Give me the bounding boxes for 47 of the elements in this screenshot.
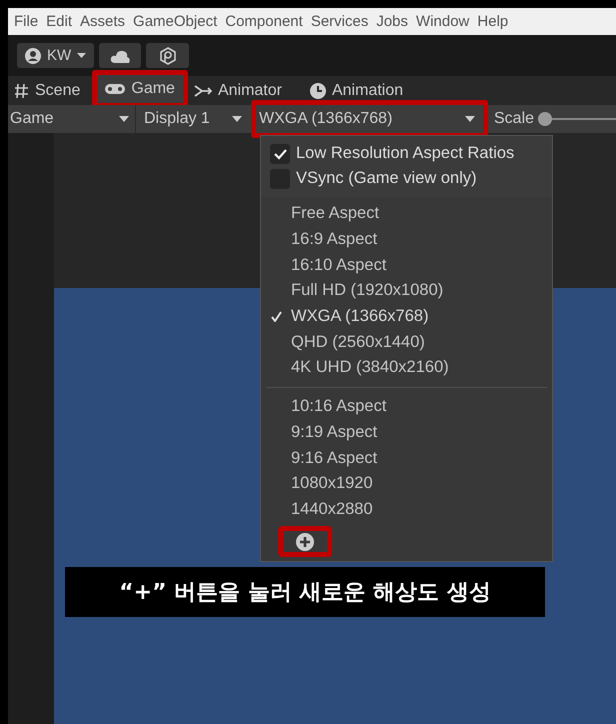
menu-option[interactable]: Full HD (1920x1080) (261, 278, 552, 304)
add-button[interactable] (278, 526, 332, 558)
caption-text: “+” 버튼을 눌러 새로운 해상도 생성 (119, 579, 491, 607)
menu-option[interactable]: 9:19 Aspect (261, 420, 552, 446)
tab[interactable]: Scene (8, 76, 90, 105)
menu-item[interactable]: Window (412, 13, 474, 30)
menu-option[interactable]: WXGA (1366x768) (261, 304, 552, 330)
checkbox[interactable] (270, 144, 290, 164)
account-icon (25, 48, 41, 64)
option-label[interactable]: VSync (Game view only) (296, 169, 477, 188)
grid-icon (14, 82, 29, 98)
menu-option[interactable]: QHD (2560x1440) (261, 329, 552, 356)
caret-icon (465, 116, 475, 122)
check-icon (271, 311, 282, 322)
menu-item[interactable]: GameObject (129, 13, 222, 30)
menu-item[interactable]: Services (306, 13, 372, 30)
menu-option[interactable]: 16:9 Aspect (261, 226, 552, 252)
cloud-icon (110, 48, 130, 62)
menu-option[interactable]: 1440x2880 (261, 496, 552, 522)
menu-item[interactable]: Component (221, 13, 307, 30)
menu-item[interactable]: Help (473, 13, 512, 30)
cloud-button[interactable] (99, 43, 142, 68)
menu-item[interactable]: File (10, 13, 42, 30)
plus-icon (296, 532, 314, 551)
package-button[interactable] (146, 43, 190, 68)
scale-label: Scale (494, 110, 534, 128)
menu-option[interactable]: 9:16 Aspect (261, 445, 552, 471)
caret-icon (119, 116, 129, 122)
option-label[interactable]: Low Resolution Aspect Ratios (296, 144, 514, 163)
menu-item[interactable]: Jobs (372, 13, 412, 30)
clock-icon (310, 82, 326, 98)
menu-option[interactable]: Free Aspect (261, 201, 552, 227)
account-button[interactable]: KW (17, 43, 94, 68)
caret-icon (232, 116, 242, 122)
branch-arrow-icon (194, 82, 212, 98)
menu-option[interactable]: 4K UHD (3840x2160) (261, 355, 552, 381)
slider-thumb[interactable] (538, 112, 552, 126)
caret-icon (77, 53, 86, 58)
check-icon (273, 146, 287, 160)
menu-option[interactable]: 1080x1920 (261, 470, 552, 497)
menu-item[interactable]: Assets (76, 13, 130, 30)
menu-option[interactable]: 10:16 Aspect (261, 394, 552, 420)
gamepad-icon (105, 82, 126, 96)
menu-item[interactable]: Edit (42, 13, 76, 30)
hexagon-icon (160, 46, 176, 64)
tab[interactable]: Game (92, 70, 188, 108)
menu-option[interactable]: 16:10 Aspect (261, 252, 552, 278)
